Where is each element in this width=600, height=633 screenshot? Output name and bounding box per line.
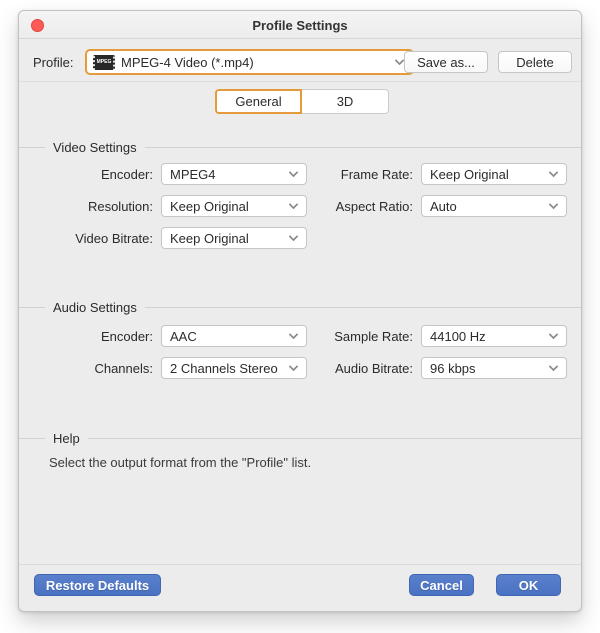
profile-select[interactable]: MPEG MPEG-4 Video (*.mp4) [85, 49, 414, 75]
aspect-ratio-select[interactable]: Auto [421, 195, 567, 217]
field-row: Encoder: MPEG4 Frame Rate: Keep Original [19, 163, 581, 185]
video-bitrate-label: Video Bitrate: [19, 231, 161, 246]
audio-encoder-select[interactable]: AAC [161, 325, 307, 347]
audio-settings-header: Audio Settings [19, 298, 581, 316]
ok-button[interactable]: OK [496, 574, 561, 596]
select-value: 96 kbps [430, 361, 476, 376]
section-title: Audio Settings [45, 300, 145, 315]
video-settings-header: Video Settings [19, 138, 581, 156]
delete-button[interactable]: Delete [498, 51, 572, 73]
video-encoder-select[interactable]: MPEG4 [161, 163, 307, 185]
sample-rate-select[interactable]: 44100 Hz [421, 325, 567, 347]
tab-general[interactable]: General [215, 89, 302, 114]
audio-bitrate-select[interactable]: 96 kbps [421, 357, 567, 379]
channels-label: Channels: [19, 361, 161, 376]
chevron-down-icon [549, 362, 559, 372]
tab-3d[interactable]: 3D [302, 89, 389, 114]
resolution-select[interactable]: Keep Original [161, 195, 307, 217]
select-value: MPEG4 [170, 167, 216, 182]
channels-select[interactable]: 2 Channels Stereo [161, 357, 307, 379]
mpeg-filmstrip-icon: MPEG [93, 55, 115, 70]
help-text: Select the output format from the "Profi… [49, 455, 311, 470]
save-as-button[interactable]: Save as... [404, 51, 488, 73]
audio-encoder-label: Encoder: [19, 329, 161, 344]
tab-bar: General 3D [215, 89, 389, 114]
restore-defaults-button[interactable]: Restore Defaults [34, 574, 161, 596]
field-row: Channels: 2 Channels Stereo Audio Bitrat… [19, 357, 581, 379]
title-bar: Profile Settings [19, 11, 581, 39]
select-value: 44100 Hz [430, 329, 486, 344]
help-header: Help [19, 429, 581, 447]
frame-rate-label: Frame Rate: [307, 167, 421, 182]
chevron-down-icon [549, 168, 559, 178]
chevron-down-icon [289, 330, 299, 340]
chevron-down-icon [549, 330, 559, 340]
field-row: Encoder: AAC Sample Rate: 44100 Hz [19, 325, 581, 347]
chevron-down-icon [289, 168, 299, 178]
divider [19, 81, 581, 82]
chevron-down-icon [289, 362, 299, 372]
profile-select-value: MPEG-4 Video (*.mp4) [121, 55, 254, 70]
cancel-button[interactable]: Cancel [409, 574, 474, 596]
select-value: Keep Original [430, 167, 509, 182]
field-row: Resolution: Keep Original Aspect Ratio: … [19, 195, 581, 217]
window-title: Profile Settings [19, 11, 581, 39]
video-bitrate-select[interactable]: Keep Original [161, 227, 307, 249]
select-value: Keep Original [170, 231, 249, 246]
divider [19, 564, 581, 565]
section-title: Help [45, 431, 88, 446]
select-value: AAC [170, 329, 197, 344]
video-encoder-label: Encoder: [19, 167, 161, 182]
profile-label: Profile: [33, 49, 73, 75]
select-value: 2 Channels Stereo [170, 361, 278, 376]
select-value: Auto [430, 199, 457, 214]
chevron-down-icon [289, 200, 299, 210]
resolution-label: Resolution: [19, 199, 161, 214]
audio-bitrate-label: Audio Bitrate: [307, 361, 421, 376]
field-row: Video Bitrate: Keep Original [19, 227, 581, 249]
frame-rate-select[interactable]: Keep Original [421, 163, 567, 185]
chevron-down-icon [395, 56, 405, 66]
chevron-down-icon [289, 232, 299, 242]
select-value: Keep Original [170, 199, 249, 214]
sample-rate-label: Sample Rate: [307, 329, 421, 344]
profile-settings-dialog: Profile Settings Profile: MPEG MPEG-4 Vi… [18, 10, 582, 612]
profile-row: Profile: MPEG MPEG-4 Video (*.mp4) Save … [19, 49, 581, 75]
chevron-down-icon [549, 200, 559, 210]
aspect-ratio-label: Aspect Ratio: [307, 199, 421, 214]
section-title: Video Settings [45, 140, 145, 155]
